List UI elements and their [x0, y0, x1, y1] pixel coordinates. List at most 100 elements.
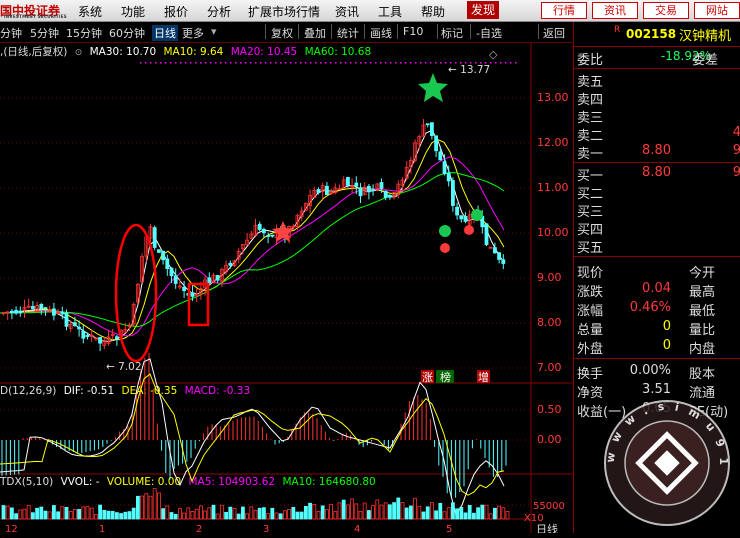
ma-dot [510, 62, 512, 64]
menu-function[interactable]: 功能 [121, 3, 145, 20]
quote-row: 现价 今开 [574, 262, 740, 281]
date-tick: 1 [99, 524, 105, 533]
adjust-button[interactable]: 复权 [271, 25, 293, 41]
watchlist-button[interactable]: -自选 [476, 25, 502, 41]
candle-body [438, 151, 443, 161]
volume-bar [488, 513, 493, 520]
stats-button[interactable]: 统计 [337, 25, 359, 41]
menu-analysis[interactable]: 分析 [207, 3, 231, 20]
volume-bar [152, 488, 157, 520]
volume-bar [413, 497, 418, 520]
period-60min[interactable]: 60分钟 [109, 25, 145, 41]
stat-row: 换手 0.00% 股本 [574, 363, 740, 382]
candle-body [81, 330, 86, 339]
period-15min[interactable]: 15分钟 [66, 25, 102, 41]
toolbar-divider [331, 24, 332, 39]
weibi-row: 委比 -18.92% 委差 [574, 49, 740, 68]
candle-body [9, 310, 14, 314]
back-button[interactable]: 返回 [543, 25, 565, 41]
trade-button[interactable]: 交易 [643, 2, 689, 19]
candle-body [429, 122, 434, 136]
menu-extended-market[interactable]: 扩展市场行情 [248, 3, 320, 20]
stock-name: 汉钟精机 [679, 29, 732, 44]
overlay-button[interactable]: 叠加 [304, 25, 326, 41]
ma-dot [235, 62, 237, 64]
ma-dot [335, 62, 337, 64]
candle-body [455, 206, 460, 216]
row-value: 0.46% [629, 300, 671, 315]
menu-info[interactable]: 资讯 [335, 3, 359, 20]
buy-level-row: 买二 [574, 183, 740, 202]
candle-body [501, 259, 506, 264]
ma-dot [140, 62, 142, 64]
volume-bar [224, 511, 229, 520]
quote-row: 涨幅 0.46% 最低 [574, 300, 740, 319]
volume-bar [106, 510, 111, 520]
ma-dot [360, 62, 362, 64]
candle-body [366, 185, 371, 193]
r-badge: R [614, 25, 621, 35]
row-value-2: 9 [732, 143, 740, 158]
ma-dot [250, 62, 252, 64]
volume-bar [47, 511, 52, 520]
volume-bar [98, 504, 102, 520]
menu-help[interactable]: 帮助 [421, 3, 445, 20]
ma-dot [375, 62, 377, 64]
menu-system[interactable]: 系统 [78, 3, 102, 20]
kline-chart[interactable]: 13.00 12.00 11.00 10.00 9.00 8.00 7.00 0… [0, 43, 572, 533]
row-label: 买二 [577, 187, 604, 202]
website-button[interactable]: 网站 [694, 2, 740, 19]
ma-dot [145, 62, 147, 64]
volume-bar [354, 503, 359, 520]
ma-dot [490, 62, 492, 64]
ma-dot [150, 62, 152, 64]
menu-tools[interactable]: 工具 [378, 3, 402, 20]
candle-body [383, 190, 388, 198]
period-daily[interactable]: 日线 [152, 25, 178, 41]
ma-dot [390, 62, 392, 64]
candle-body [450, 179, 455, 206]
ma-dot [275, 62, 277, 64]
period-5min[interactable]: 5分钟 [30, 25, 59, 41]
divider [574, 162, 740, 163]
volume-bar [316, 510, 321, 520]
candle-body [207, 277, 212, 284]
quote-button[interactable]: 行情 [541, 2, 587, 19]
volume-bar [182, 512, 187, 520]
low-price-label: ← 7.02 [106, 361, 142, 373]
label-button[interactable]: 标记 [441, 25, 463, 41]
row-value: 8.80 [642, 165, 671, 180]
volume-bar [392, 502, 397, 520]
f10-button[interactable]: F10 [403, 25, 423, 38]
period-toolbar: 分钟 5分钟 15分钟 60分钟 日线 更多 ▾ 复权 叠加 统计 画线 F10… [0, 22, 572, 43]
candle-body [156, 249, 161, 253]
chevron-down-icon[interactable]: ▾ [211, 25, 217, 38]
news-button[interactable]: 资讯 [592, 2, 638, 19]
volume-bar [89, 507, 94, 520]
volume-bar [467, 504, 472, 520]
draw-line-button[interactable]: 画线 [370, 25, 392, 41]
menu-quote[interactable]: 报价 [164, 3, 188, 20]
row-label-2: 股本 [689, 367, 716, 382]
volume-bar [371, 505, 376, 520]
ma-dot [495, 62, 497, 64]
ma-dot [315, 62, 317, 64]
ma-dot [270, 62, 272, 64]
period-1min[interactable]: 分钟 [0, 25, 22, 41]
candle-body [484, 223, 489, 245]
volume-bar [73, 509, 77, 520]
candle-body [30, 306, 35, 309]
menu-discover[interactable]: 发现 [467, 1, 500, 19]
quote-row: 涨跌 0.04 最高 [574, 281, 740, 300]
period-more[interactable]: 更多 [182, 25, 204, 41]
ma-dot [400, 62, 402, 64]
row-label: 卖三 [577, 111, 604, 126]
diamond-icon: ◇ [489, 48, 498, 61]
row-label: 换手 [577, 367, 604, 382]
candle-body [77, 326, 81, 330]
volume-bar [455, 508, 460, 520]
volume-bar [135, 495, 140, 520]
ma-dot [405, 62, 407, 64]
candle-body [379, 182, 384, 189]
volume-bar [438, 502, 443, 520]
